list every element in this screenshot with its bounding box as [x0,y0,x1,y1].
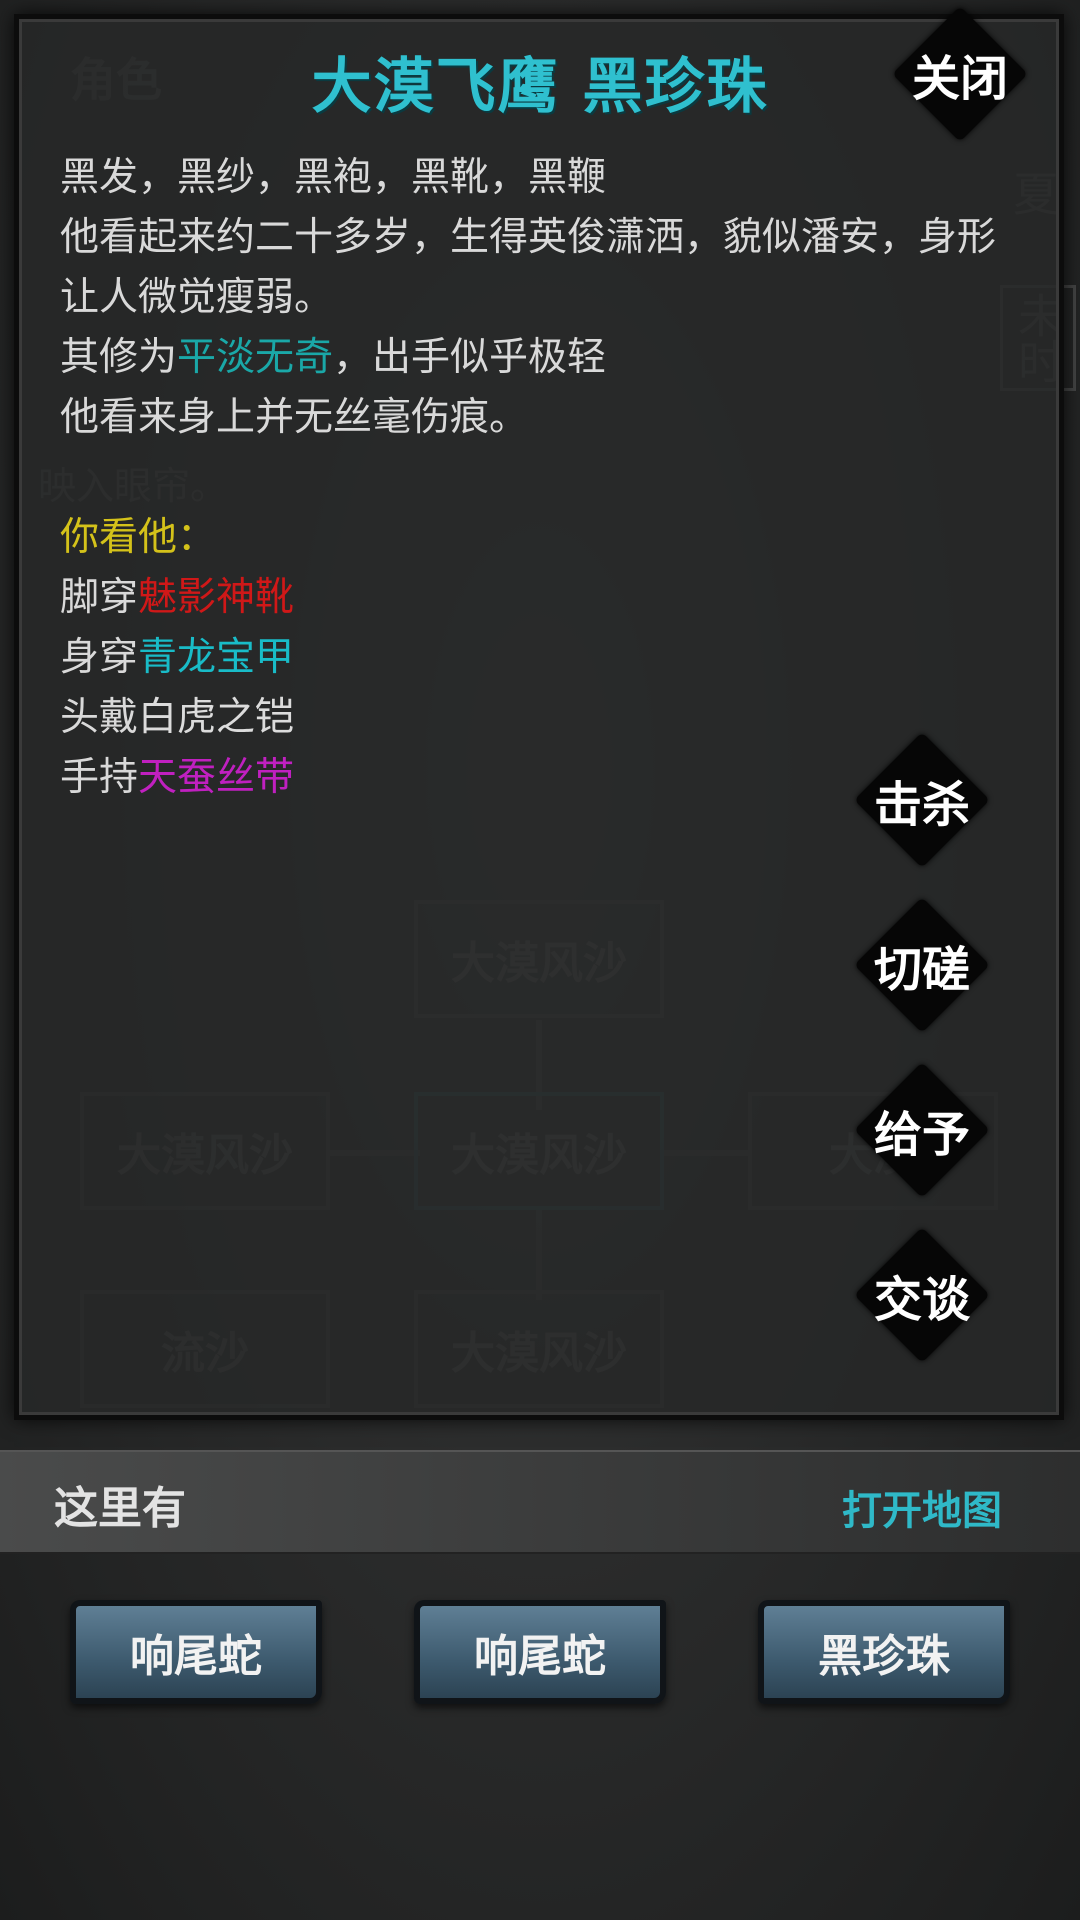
equipment-header: 你看他： [60,515,217,560]
npc-button[interactable]: 响尾蛇 [414,1600,666,1704]
close-button[interactable]: 关闭 [890,4,1030,144]
appearance-line: 他看起来约二十多岁，生得英俊潇洒，貌似潘安，身形让人微觉瘦弱。 [60,215,997,320]
equipment-name[interactable]: 魅影神靴 [138,575,294,620]
cultivation-line: 其修为平淡无奇，出手似乎极轻 [60,328,1020,388]
equipment-slot: 身穿 [60,635,139,680]
kill-button-label: 击杀 [873,777,970,833]
here-bar: 这里有 打开地图 [0,1450,1080,1554]
talk-button[interactable]: 交谈 [852,1225,992,1365]
spar-button[interactable]: 切磋 [852,895,992,1035]
close-button-label: 关闭 [911,51,1008,107]
here-label: 这里有 [54,1483,186,1534]
outfit-line: 黑发，黑纱，黑袍，黑靴，黑鞭 [60,155,607,200]
equipment-row: 身穿青龙宝甲 [60,628,1020,688]
game-screen: 角色 夏 未时 映入眼帘。 大漠风沙 大漠风沙 大漠风沙 大漠 流沙 大漠风沙 … [0,0,1080,1920]
equipment-slot: 手持 [60,755,139,800]
cultivation-prefix: 其修为 [60,335,178,380]
npc-button[interactable]: 响尾蛇 [70,1600,322,1704]
kill-button[interactable]: 击杀 [852,730,992,870]
give-button-label: 给予 [873,1107,970,1163]
equipment-slot: 脚穿 [60,575,139,620]
open-map-button[interactable]: 打开地图 [842,1478,1002,1536]
spar-button-label: 切磋 [873,942,970,998]
cultivation-value: 平淡无奇 [177,335,334,380]
equipment-row: 脚穿魅影神靴 [60,568,1020,628]
equipment-name[interactable]: 天蚕丝带 [138,755,294,800]
equipment-slot: 头戴 [60,695,139,740]
npc-button[interactable]: 黑珍珠 [758,1600,1010,1704]
talk-button-label: 交谈 [873,1272,970,1328]
equipment-name[interactable]: 白虎之铠 [138,695,294,740]
cultivation-suffix: ，出手似乎极轻 [333,335,607,380]
give-button[interactable]: 给予 [852,1060,992,1200]
equipment-name[interactable]: 青龙宝甲 [138,635,294,680]
injury-line: 他看来身上并无丝毫伤痕。 [60,395,529,440]
